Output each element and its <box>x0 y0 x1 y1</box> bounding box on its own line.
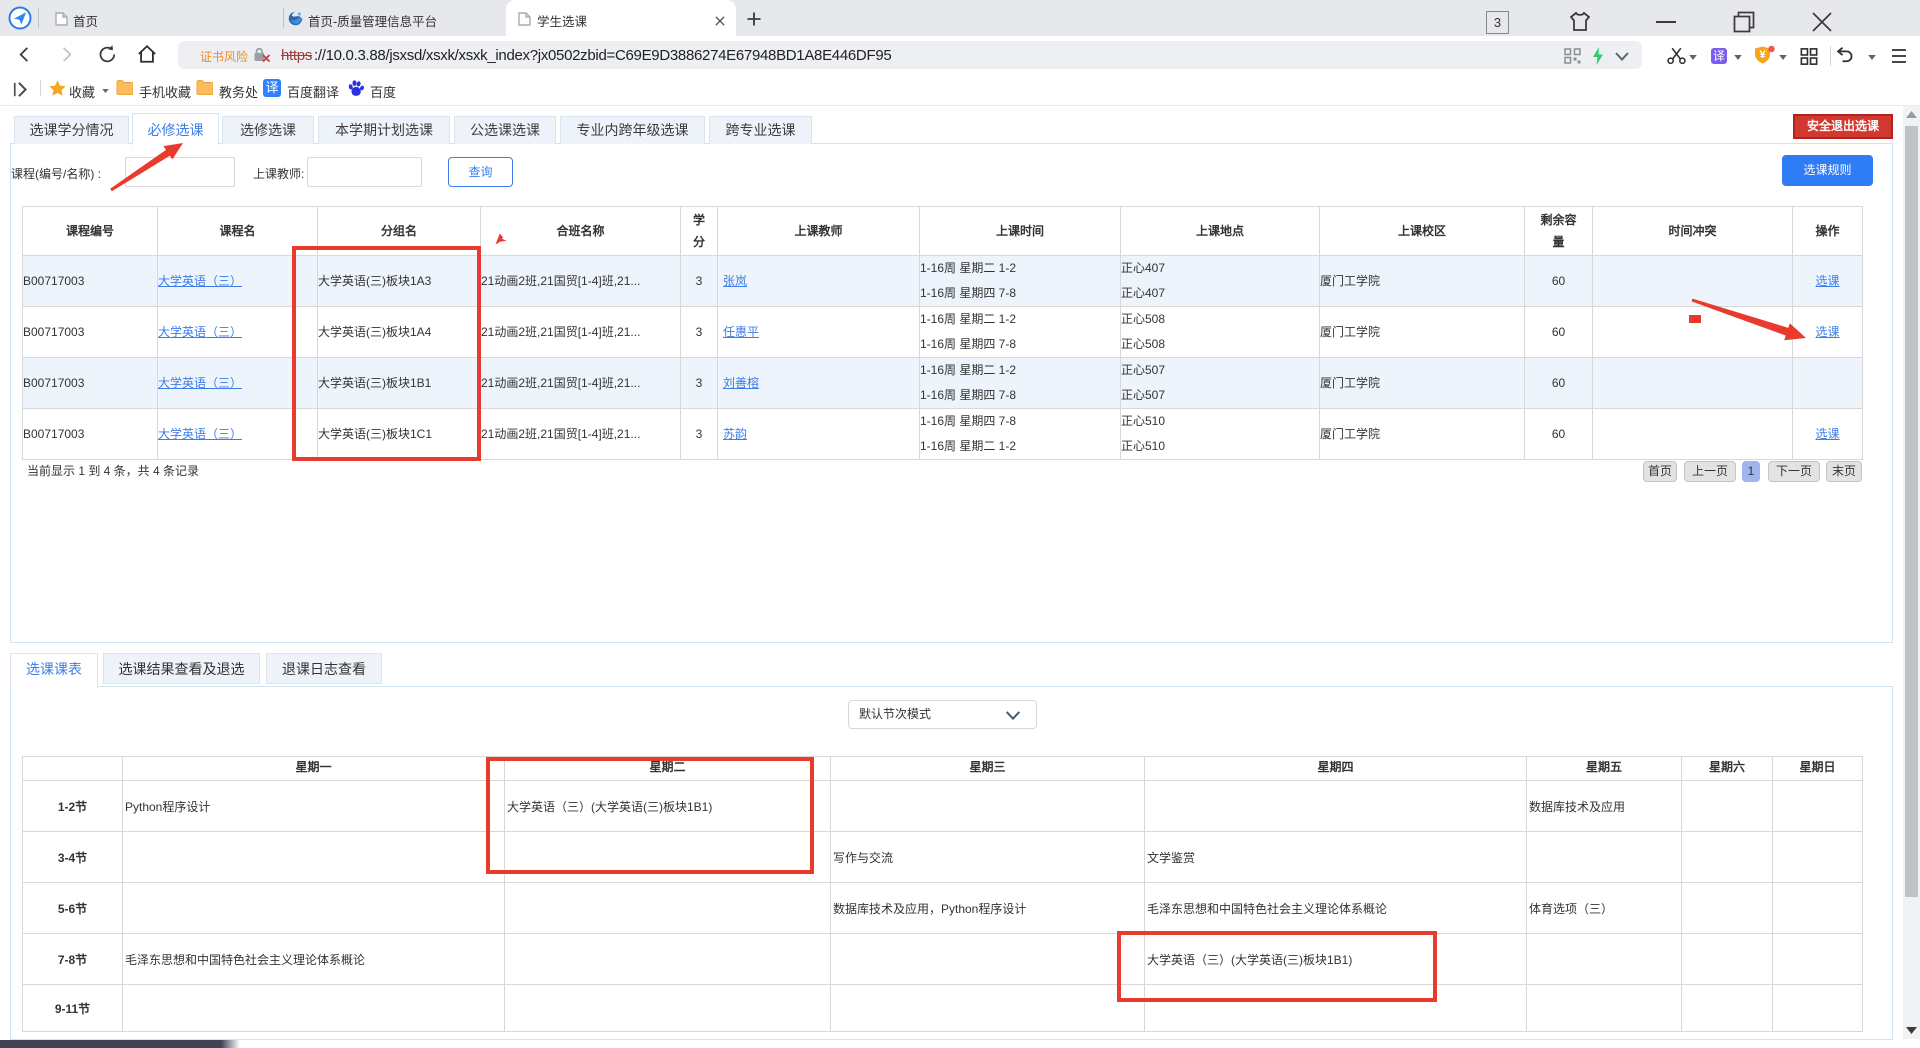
svg-text:¥: ¥ <box>1759 49 1766 61</box>
